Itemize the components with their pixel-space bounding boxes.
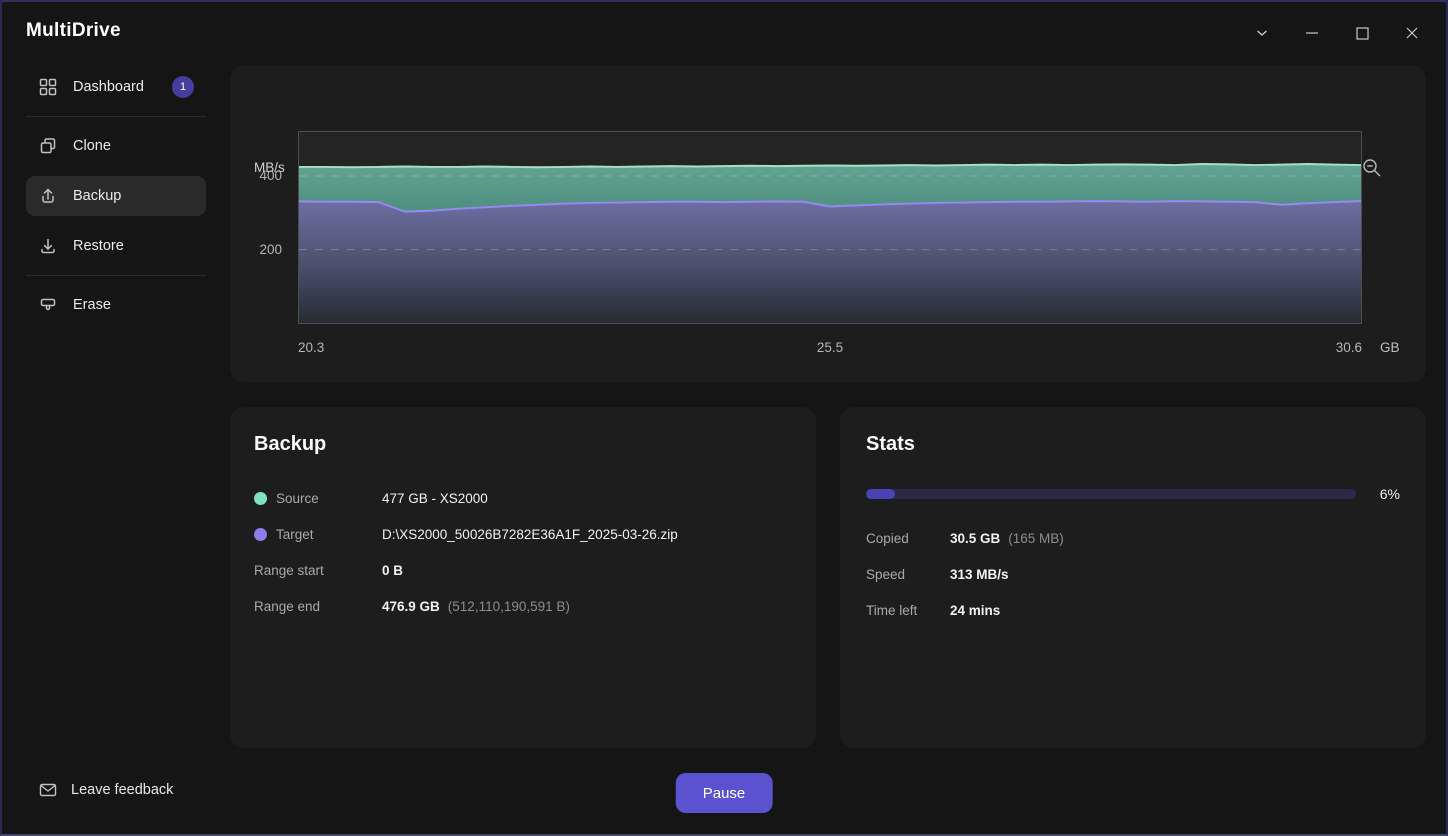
speed-plot-area — [298, 131, 1362, 324]
detail-value: D:\XS2000_50026B7282E36A1F_2025-03-26.zi… — [382, 526, 678, 542]
detail-label-group: Range end — [254, 599, 382, 614]
detail-note: (512,110,190,591 B) — [447, 598, 570, 614]
stats-card-title: Stats — [866, 433, 915, 455]
x-tick-label: 20.3 — [298, 340, 325, 355]
detail-row: Copied 30.5 GB (165 MB) — [866, 528, 1400, 548]
detail-label: Range end — [254, 598, 321, 614]
detail-label: Source — [276, 490, 319, 506]
notification-badge: 1 — [172, 76, 194, 98]
series-dot — [254, 527, 267, 541]
sidebar-nav: Dashboard 1 Clone Backup Restore Erase — [26, 67, 206, 335]
x-axis-ticks: 20.3 25.5 30.6 — [298, 340, 1362, 355]
sidebar-item-label: Dashboard — [73, 79, 144, 95]
sidebar-item-label: Backup — [73, 188, 122, 204]
minimize-icon[interactable] — [1300, 20, 1324, 46]
stats-rows: Copied 30.5 GB (165 MB) Speed 313 MB/s T… — [866, 528, 1400, 620]
detail-value: 24 mins — [950, 602, 1001, 618]
detail-note: (165 MB) — [1008, 530, 1064, 546]
progress-percent-label: 6% — [1379, 486, 1400, 502]
series-dot — [254, 491, 267, 505]
detail-row: Range start 0 B — [254, 560, 790, 580]
app-brand: MultiDrive — [26, 20, 121, 41]
detail-value: 313 MB/s — [950, 566, 1009, 582]
speed-chart-card: MB/s 200 400 20.3 25.5 30.6 GB — [230, 66, 1426, 382]
clone-icon — [38, 136, 58, 156]
stats-card: Stats 6% Copied 30.5 GB (165 MB) Speed 3… — [840, 407, 1426, 748]
detail-label-group: Copied — [866, 531, 950, 546]
sidebar-divider — [26, 275, 206, 276]
x-tick-label: 30.6 — [1335, 340, 1362, 355]
detail-label-group: Range start — [254, 563, 382, 578]
sidebar-item-label: Clone — [73, 138, 111, 154]
upload-icon — [38, 186, 58, 206]
detail-label-group: Speed — [866, 567, 950, 582]
window-controls — [1250, 20, 1424, 46]
sidebar-item-backup[interactable]: Backup — [26, 176, 206, 216]
detail-row: Time left 24 mins — [866, 600, 1400, 620]
leave-feedback-button[interactable]: Leave feedback — [38, 780, 173, 800]
x-tick-label: 25.5 — [816, 340, 844, 355]
sidebar-divider — [26, 116, 206, 117]
speed-chart-svg — [299, 162, 1361, 323]
detail-value: 0 B — [382, 562, 404, 578]
close-icon[interactable] — [1400, 20, 1424, 46]
detail-row: Target D:\XS2000_50026B7282E36A1F_2025-0… — [254, 524, 790, 544]
progress-row: 6% — [866, 486, 1400, 502]
eraser-icon — [38, 295, 58, 315]
grid-icon — [38, 77, 58, 97]
detail-label-group: Target — [254, 527, 382, 542]
backup-card-title: Backup — [254, 433, 327, 455]
sidebar-item-clone[interactable]: Clone — [26, 126, 206, 166]
download-icon — [38, 236, 58, 256]
detail-value: 30.5 GB — [950, 530, 1001, 546]
progress-bar — [866, 489, 1356, 499]
detail-row: Speed 313 MB/s — [866, 564, 1400, 584]
backup-card: Backup Source 477 GB - XS2000 Target D:\… — [230, 407, 816, 748]
envelope-icon — [38, 780, 58, 800]
sidebar-item-label: Erase — [73, 297, 111, 313]
sidebar-item-label: Restore — [73, 238, 124, 254]
detail-label: Copied — [866, 530, 909, 546]
detail-row: Range end 476.9 GB (512,110,190,591 B) — [254, 596, 790, 616]
y-tick-label: 400 — [259, 167, 282, 183]
sidebar-item-restore[interactable]: Restore — [26, 226, 206, 266]
sidebar-item-erase[interactable]: Erase — [26, 285, 206, 325]
x-axis-unit-label: GB — [1380, 340, 1400, 355]
detail-value: 476.9 GB — [382, 598, 440, 614]
detail-label: Time left — [866, 602, 918, 618]
detail-label-group: Source — [254, 491, 382, 506]
leave-feedback-label: Leave feedback — [71, 782, 174, 798]
y-tick-label: 200 — [259, 241, 282, 257]
backup-rows: Source 477 GB - XS2000 Target D:\XS2000_… — [254, 488, 790, 616]
detail-label: Speed — [866, 566, 906, 582]
detail-value: 477 GB - XS2000 — [382, 490, 488, 506]
collapse-chevron-icon[interactable] — [1250, 20, 1274, 46]
app-window: MultiDrive Dashboard 1 Clone Backup Rest… — [0, 0, 1448, 836]
maximize-icon[interactable] — [1350, 20, 1374, 46]
progress-bar-fill — [866, 489, 896, 499]
sidebar-item-dashboard[interactable]: Dashboard 1 — [26, 67, 206, 107]
y-axis-ticks: 200 400 — [230, 131, 290, 324]
zoom-out-icon[interactable] — [1358, 154, 1386, 182]
detail-label-group: Time left — [866, 603, 950, 618]
detail-row: Source 477 GB - XS2000 — [254, 488, 790, 508]
detail-label: Range start — [254, 562, 324, 578]
pause-button[interactable]: Pause — [675, 773, 773, 813]
target-series-area — [299, 201, 1361, 323]
detail-label: Target — [276, 526, 314, 542]
